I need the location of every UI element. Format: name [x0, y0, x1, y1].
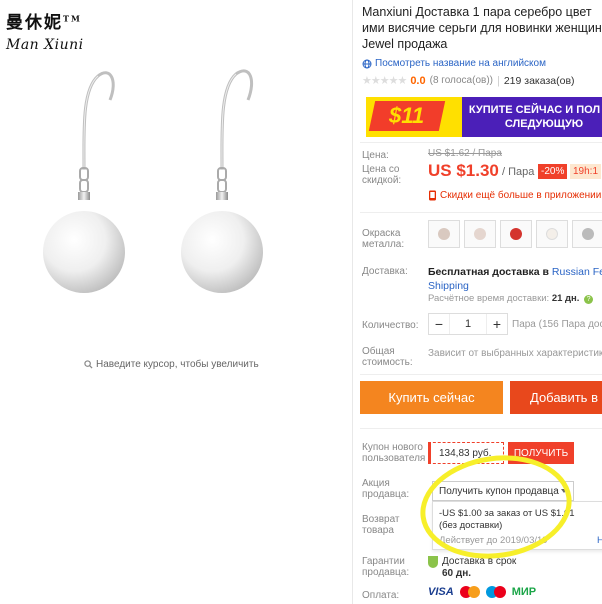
color-swatch[interactable]	[572, 220, 602, 248]
color-swatches	[428, 220, 602, 248]
product-detail: Manxiuni Доставка 1 пара серебро цвет им…	[360, 0, 602, 604]
app-discount-link[interactable]: Скидки ещё больше в приложении	[428, 190, 601, 201]
rating-value: 0.0	[410, 74, 426, 87]
mastercard-icon	[459, 586, 480, 598]
buy-now-button[interactable]: Купить сейчас	[360, 381, 503, 414]
translate-link-text[interactable]: Посмотреть название на английском	[375, 58, 546, 69]
coupon-get-link[interactable]: На	[597, 535, 602, 546]
countdown-timer: 19h:1	[570, 164, 602, 179]
chevron-down-icon	[561, 489, 567, 493]
promo-badge: $11	[366, 97, 462, 137]
current-price: US $1.30	[428, 161, 499, 180]
seller-coupon-select-value: Получить купон продавца	[439, 485, 559, 497]
brand-name: 曼休妮	[6, 13, 63, 33]
payment-label: Оплата:	[362, 590, 400, 601]
color-swatch[interactable]	[536, 220, 568, 248]
total-note: Зависит от выбранных характеристик т	[428, 348, 602, 359]
color-label: Окраска металла:	[362, 228, 405, 250]
help-icon[interactable]: ?	[584, 295, 594, 304]
quantity-input[interactable]: 1	[449, 314, 487, 334]
orders-count: 219 заказа(ов)	[503, 74, 575, 87]
color-swatch[interactable]	[428, 220, 460, 248]
divider	[360, 212, 602, 213]
quantity-increase-button[interactable]: +	[487, 316, 507, 332]
payment-methods: VISA МИР	[428, 586, 536, 598]
color-swatch[interactable]	[464, 220, 496, 248]
discount-badge: -20%	[538, 164, 568, 179]
shipping-info: Бесплатная доставка в Russian Feder Ship…	[428, 265, 602, 293]
coupon-valid-until: Действует до 2019/03/19	[439, 535, 548, 546]
price-label: Цена:	[362, 150, 389, 161]
promo-amount: $11	[389, 103, 425, 128]
visa-icon: VISA	[428, 586, 454, 598]
brand-logo: 曼休妮TM Man Xiuni	[6, 8, 96, 60]
brand-tm: TM	[63, 13, 82, 24]
guarantee-days: 60 дн.	[442, 568, 472, 579]
quantity-stepper: − 1 +	[428, 313, 508, 335]
zoom-hint: Наведите курсор, чтобы увеличить	[84, 359, 259, 370]
get-coupon-button[interactable]: ПОЛУЧИТЬ	[508, 442, 574, 464]
guarantee-info: Доставка в срок 60 дн.	[428, 556, 516, 580]
seller-coupon-select[interactable]: Получить купон продавца	[432, 481, 574, 501]
earring-left	[43, 71, 125, 293]
shipping-method-link[interactable]: Shipping	[428, 280, 469, 292]
seller-promo-label: Акция продавца:	[362, 478, 410, 500]
coupon-offer[interactable]: -US $1.00 за заказ от US $1.01 (без дост…	[439, 508, 589, 532]
seller-coupon-dropdown: -US $1.00 за заказ от US $1.01 (без дост…	[432, 501, 602, 550]
quantity-label: Количество:	[362, 320, 419, 331]
quantity-decrease-button[interactable]: −	[429, 316, 449, 332]
add-to-cart-button[interactable]: Добавить в	[510, 381, 602, 414]
app-discount-text[interactable]: Скидки ещё больше в приложении	[440, 190, 601, 201]
rating-row: ★★★★★ 0.0 (8 голоса(ов)) | 219 заказа(ов…	[362, 74, 575, 88]
shield-icon	[428, 556, 438, 568]
maestro-icon	[485, 586, 506, 598]
divider	[352, 0, 353, 604]
brand-script: Man Xiuni	[6, 37, 84, 53]
new-user-coupon-label: Купон нового пользователя	[362, 442, 426, 464]
translate-link[interactable]: Посмотреть название на английском	[362, 58, 546, 69]
coupon-value: 134,83 руб.	[428, 442, 504, 464]
quantity-availability: Пара (156 Пара доступ	[512, 319, 602, 330]
earring-right	[181, 69, 263, 293]
promo-banner[interactable]: $11 КУПИТЕ СЕЙЧАС И ПОЛ НА СЛЕДУЮЩУЮ	[366, 97, 602, 137]
price-unit: / Пара	[502, 166, 535, 178]
shipping-text: Бесплатная доставка в	[428, 266, 549, 278]
divider	[360, 142, 602, 143]
product-gallery: 曼休妮TM Man Xiuni Наведите курсор, чтобы у…	[0, 0, 352, 604]
search-icon	[84, 360, 93, 369]
divider	[360, 428, 602, 429]
shipping-country-link[interactable]: Russian Feder	[552, 266, 602, 278]
globe-icon	[362, 59, 372, 68]
guarantee-text: Доставка в срок	[442, 556, 517, 567]
color-swatch[interactable]	[500, 220, 532, 248]
delivery-time: Расчётное время доставки: 21 дн. ?	[428, 293, 594, 304]
product-image[interactable]	[40, 60, 300, 320]
separator: |	[496, 74, 500, 87]
delivery-time-label: Расчётное время доставки:	[428, 293, 550, 304]
shipping-label: Доставка:	[362, 266, 408, 277]
phone-icon	[429, 190, 436, 201]
votes-count[interactable]: (8 голоса(ов))	[430, 75, 493, 86]
discount-price-label: Цена со скидкой:	[362, 164, 402, 186]
divider	[360, 374, 602, 375]
product-title: Manxiuni Доставка 1 пара серебро цвет им…	[362, 5, 602, 51]
total-label: Общая стоимость:	[362, 346, 413, 368]
promo-text: КУПИТЕ СЕЙЧАС И ПОЛ НА СЛЕДУЮЩУЮ	[468, 104, 602, 130]
mir-icon: МИР	[511, 586, 537, 598]
returns-label: Возврат товара	[362, 514, 400, 536]
zoom-hint-text: Наведите курсор, чтобы увеличить	[96, 359, 259, 370]
star-rating-icon[interactable]: ★★★★★	[362, 74, 407, 87]
old-price: US $1.62 / Пара	[428, 148, 502, 159]
delivery-time-value: 21 дн.	[551, 293, 580, 304]
guarantee-label: Гарантии продавца:	[362, 556, 410, 578]
